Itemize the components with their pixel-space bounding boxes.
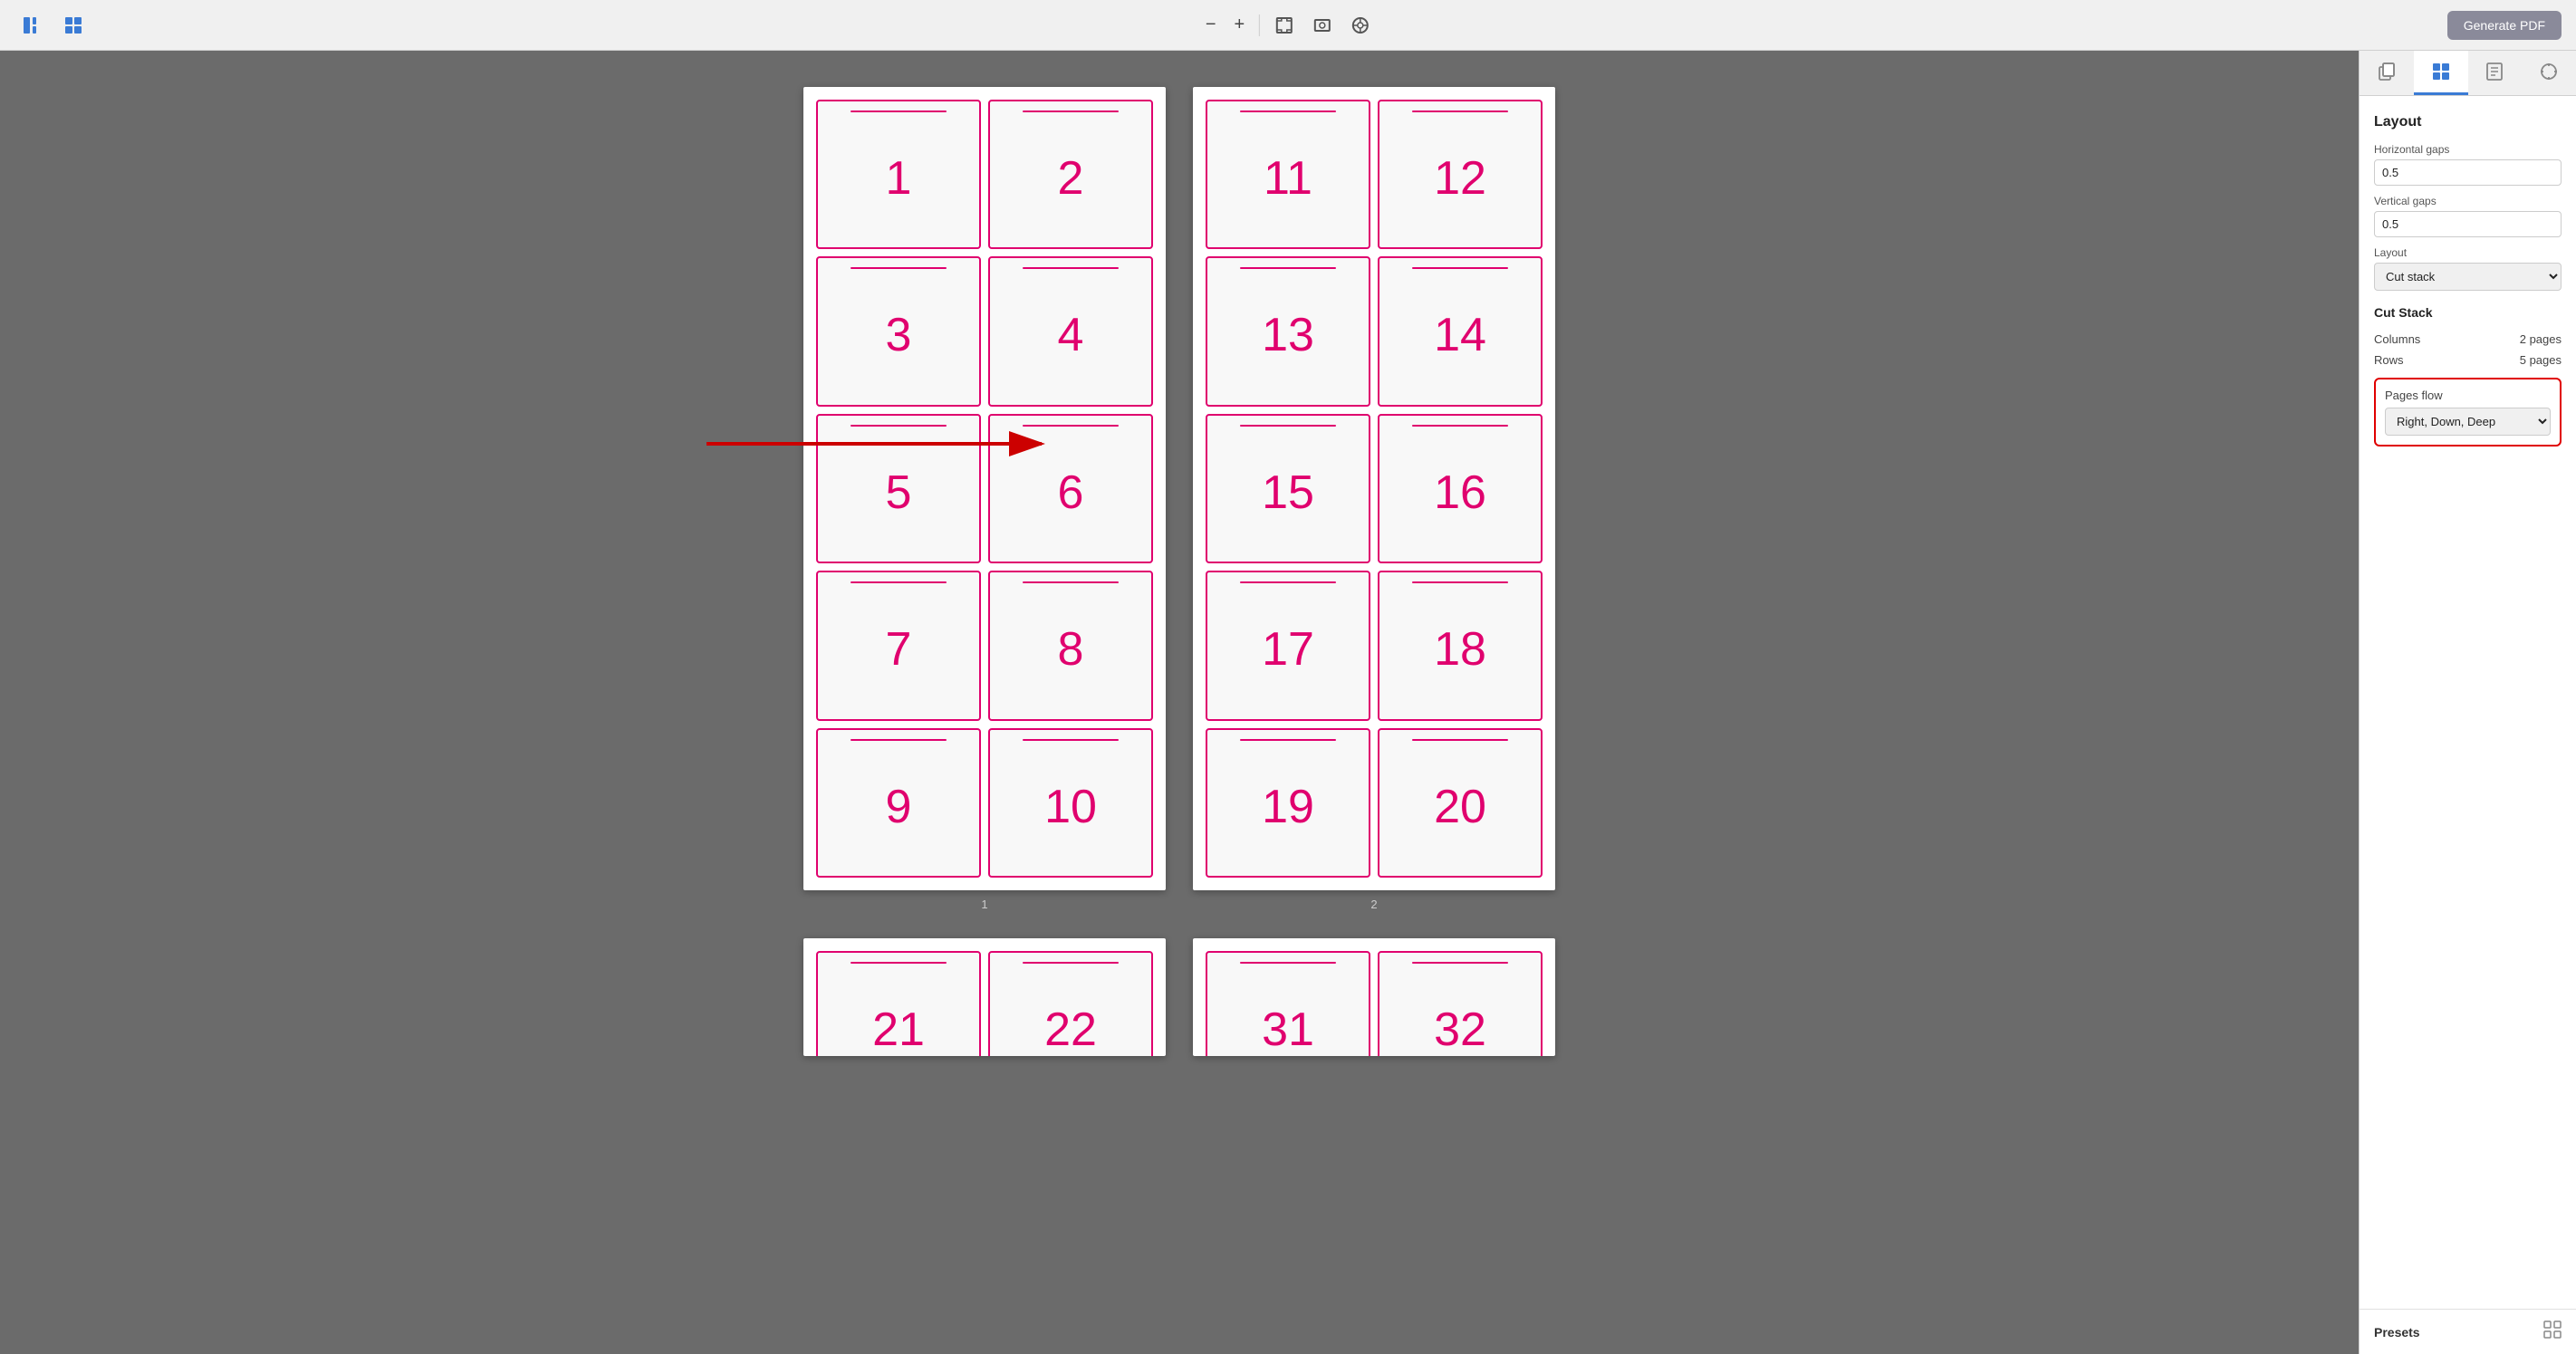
zoom-in-btn[interactable]: + bbox=[1227, 9, 1253, 41]
card-3: 3 bbox=[816, 256, 981, 406]
card-4: 4 bbox=[988, 256, 1153, 406]
rows-row: Rows 5 pages bbox=[2374, 350, 2562, 370]
card-11: 11 bbox=[1206, 100, 1370, 249]
vertical-gaps-input[interactable] bbox=[2374, 211, 2562, 237]
rows-label: Rows bbox=[2374, 353, 2404, 367]
canvas-area[interactable]: 1 2 3 4 5 6 7 8 9 10 1 11 12 13 bbox=[0, 51, 2359, 1354]
card-10: 10 bbox=[988, 728, 1153, 878]
toolbar-divider-1 bbox=[1259, 14, 1260, 36]
pages-flow-section: Pages flow Right, Down, Deep Down, Right… bbox=[2374, 378, 2562, 447]
tab-marks[interactable] bbox=[2522, 51, 2576, 95]
pages-row-1: 1 2 3 4 5 6 7 8 9 10 1 11 12 13 bbox=[803, 87, 1555, 911]
card-7: 7 bbox=[816, 571, 981, 720]
pages-flow-select[interactable]: Right, Down, Deep Down, Right, Deep Righ… bbox=[2385, 408, 2551, 436]
horizontal-gaps-label: Horizontal gaps bbox=[2374, 143, 2562, 156]
card-9: 9 bbox=[816, 728, 981, 878]
card-31: 31 bbox=[1206, 951, 1370, 1056]
page-1-label: 1 bbox=[981, 898, 987, 911]
tab-page[interactable] bbox=[2468, 51, 2523, 95]
rows-value: 5 pages bbox=[2520, 353, 2562, 367]
page-wrapper-1: 1 2 3 4 5 6 7 8 9 10 1 bbox=[803, 87, 1166, 911]
toolbar: − + Generate PDF bbox=[0, 0, 2576, 51]
card-32: 32 bbox=[1378, 951, 1543, 1056]
toolbar-right: Generate PDF bbox=[2447, 11, 2562, 40]
card-15: 15 bbox=[1206, 414, 1370, 563]
pages-flow-label: Pages flow bbox=[2385, 389, 2551, 402]
card-18: 18 bbox=[1378, 571, 1543, 720]
vertical-gaps-label: Vertical gaps bbox=[2374, 195, 2562, 207]
zoom-out-btn[interactable]: − bbox=[1198, 9, 1224, 41]
page-wrapper-3: 21 22 bbox=[803, 938, 1166, 1056]
panel-content: Layout Horizontal gaps Vertical gaps Lay… bbox=[2360, 96, 2576, 1309]
toolbar-left bbox=[14, 10, 91, 41]
card-8: 8 bbox=[988, 571, 1153, 720]
layout-section-title: Layout bbox=[2374, 114, 2562, 130]
panel-tabs bbox=[2360, 51, 2576, 96]
card-12: 12 bbox=[1378, 100, 1543, 249]
page-2: 11 12 13 14 15 16 17 18 19 20 bbox=[1193, 87, 1555, 890]
horizontal-gaps-input[interactable] bbox=[2374, 159, 2562, 186]
page-4: 31 32 bbox=[1193, 938, 1555, 1056]
view-mode-btn-2[interactable] bbox=[56, 10, 91, 41]
card-1: 1 bbox=[816, 100, 981, 249]
main-area: 1 2 3 4 5 6 7 8 9 10 1 11 12 13 bbox=[0, 51, 2576, 1354]
card-22: 22 bbox=[988, 951, 1153, 1056]
card-20: 20 bbox=[1378, 728, 1543, 878]
card-2: 2 bbox=[988, 100, 1153, 249]
columns-label: Columns bbox=[2374, 332, 2420, 346]
view-mode-btn-1[interactable] bbox=[14, 10, 49, 41]
fit-all-btn[interactable] bbox=[1343, 10, 1378, 41]
columns-row: Columns 2 pages bbox=[2374, 329, 2562, 350]
card-19: 19 bbox=[1206, 728, 1370, 878]
fit-page-btn[interactable] bbox=[1267, 10, 1302, 41]
layout-select[interactable]: Cut stack Grid Booklet Saddle stitch bbox=[2374, 263, 2562, 291]
right-panel: Layout Horizontal gaps Vertical gaps Lay… bbox=[2359, 51, 2576, 1354]
pages-row-2: 21 22 31 32 bbox=[803, 938, 1555, 1056]
page-wrapper-4: 31 32 bbox=[1193, 938, 1555, 1056]
card-17: 17 bbox=[1206, 571, 1370, 720]
page-3: 21 22 bbox=[803, 938, 1166, 1056]
card-5: 5 bbox=[816, 414, 981, 563]
page-2-label: 2 bbox=[1370, 898, 1377, 911]
card-21: 21 bbox=[816, 951, 981, 1056]
tab-layout[interactable] bbox=[2414, 51, 2468, 95]
generate-pdf-btn[interactable]: Generate PDF bbox=[2447, 11, 2562, 40]
tab-copy[interactable] bbox=[2360, 51, 2414, 95]
cut-stack-section-title: Cut Stack bbox=[2374, 305, 2562, 320]
page-1: 1 2 3 4 5 6 7 8 9 10 bbox=[803, 87, 1166, 890]
fit-width-btn[interactable] bbox=[1305, 10, 1340, 41]
columns-value: 2 pages bbox=[2520, 332, 2562, 346]
card-14: 14 bbox=[1378, 256, 1543, 406]
card-6: 6 bbox=[988, 414, 1153, 563]
presets-label: Presets bbox=[2374, 1325, 2420, 1340]
card-16: 16 bbox=[1378, 414, 1543, 563]
toolbar-center: − + bbox=[1198, 9, 1378, 41]
page-wrapper-2: 11 12 13 14 15 16 17 18 19 20 2 bbox=[1193, 87, 1555, 911]
layout-field-label: Layout bbox=[2374, 246, 2562, 259]
card-13: 13 bbox=[1206, 256, 1370, 406]
presets-section: Presets bbox=[2360, 1309, 2576, 1354]
presets-grid-icon[interactable] bbox=[2543, 1320, 2562, 1343]
